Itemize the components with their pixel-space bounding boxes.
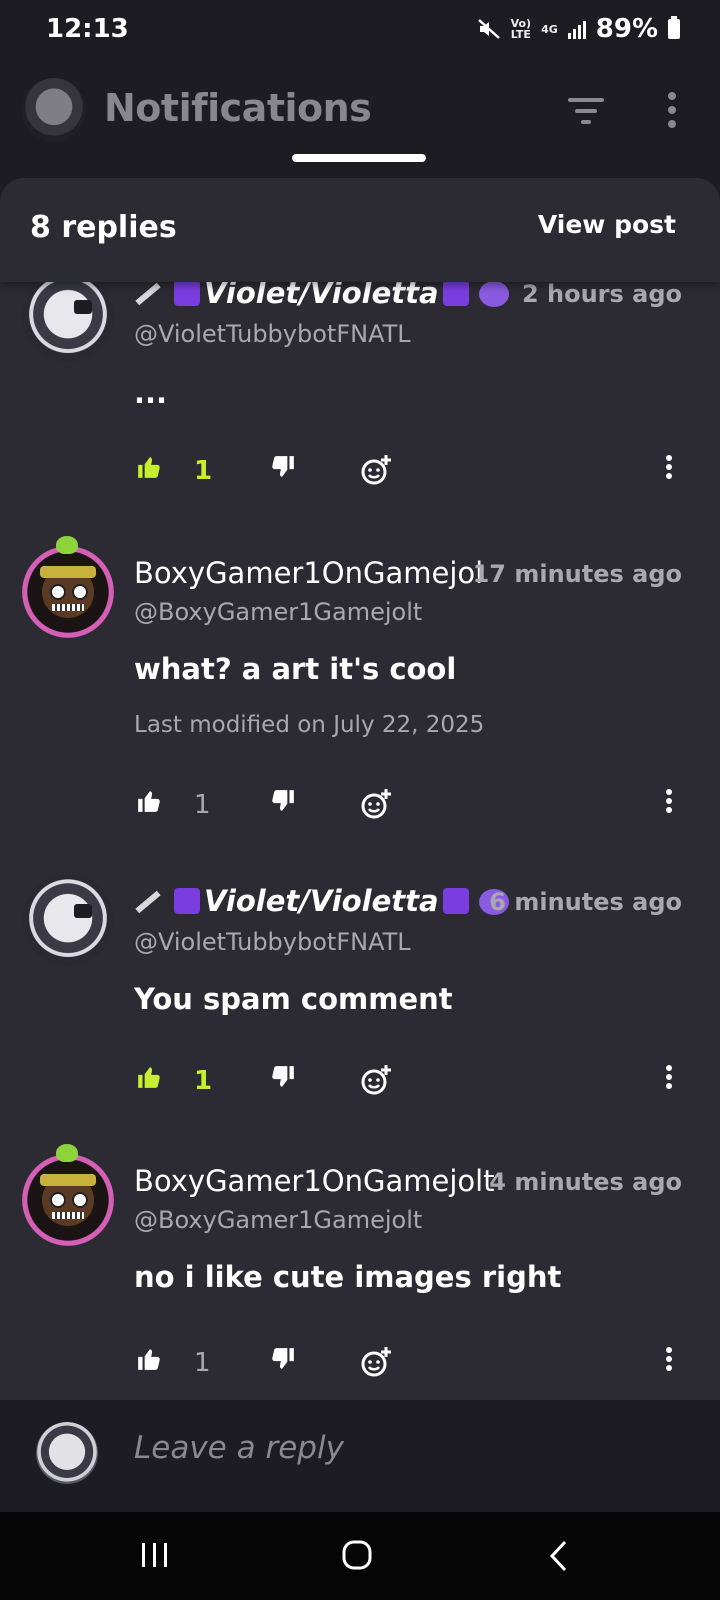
avatar[interactable]: [22, 874, 114, 966]
thumbs-up-icon[interactable]: [136, 788, 162, 814]
current-user-avatar: [36, 1422, 98, 1484]
recents-icon[interactable]: [140, 1540, 170, 1570]
avatar[interactable]: [22, 1144, 114, 1246]
comment-handle: @VioletTubbybotFNATL: [134, 320, 411, 348]
knife-emoji-icon: [135, 890, 161, 914]
filter-icon[interactable]: [566, 94, 606, 128]
view-post-button[interactable]: View post: [538, 210, 676, 239]
thumbs-down-icon[interactable]: [270, 454, 296, 480]
replies-sheet: 8 replies View post Violet/Violetta 2 ho…: [0, 178, 720, 1400]
avatar[interactable]: [22, 270, 114, 362]
comment-body: what? a art it's cool: [134, 652, 457, 686]
status-icons: Vo) LTE 4G 89%: [477, 14, 680, 44]
network-volte: Vo) LTE: [511, 18, 532, 40]
comment-timestamp: 4 minutes ago: [489, 1168, 682, 1196]
comment-handle: @VioletTubbybotFNATL: [134, 928, 411, 956]
avatar-eye: [50, 1192, 66, 1208]
comment-username-row[interactable]: Violet/Violetta: [134, 884, 509, 918]
comment-handle: @BoxyGamer1Gamejolt: [134, 1206, 423, 1234]
home-icon[interactable]: [342, 1540, 372, 1570]
comment-actions: 1: [0, 1064, 720, 1104]
more-vert-icon[interactable]: [662, 90, 682, 130]
app-header: Notifications: [0, 64, 720, 176]
comment-actions: 1: [0, 1346, 720, 1386]
like-count: 1: [194, 1348, 211, 1378]
battery-icon: [668, 16, 680, 39]
moon-emoji-icon: [174, 280, 200, 306]
avatar-teeth: [52, 604, 84, 611]
system-nav-bar: [0, 1512, 720, 1600]
page-title: Notifications: [104, 86, 372, 130]
comment-modified: Last modified on July 22, 2025: [134, 712, 485, 738]
like-count: 1: [194, 790, 211, 820]
avatar[interactable]: [22, 536, 114, 638]
comment-username[interactable]: BoxyGamer1OnGamejolt: [134, 556, 484, 590]
more-vert-icon[interactable]: [664, 1064, 674, 1090]
reply-composer: Leave a reply: [0, 1400, 720, 1512]
thumbs-down-icon[interactable]: [270, 1064, 296, 1090]
orb-emoji-icon: [478, 281, 509, 307]
add-reaction-icon[interactable]: [360, 788, 392, 820]
status-bar: 12:13 Vo) LTE 4G 89%: [0, 0, 720, 64]
knife-emoji-icon: [135, 282, 161, 306]
comment-body: You spam comment: [134, 982, 453, 1016]
like-count: 1: [194, 1066, 213, 1096]
thumbs-up-icon[interactable]: [136, 1064, 162, 1090]
add-reaction-icon[interactable]: [360, 1346, 392, 1378]
avatar-eye: [72, 1192, 88, 1208]
add-reaction-icon[interactable]: [360, 454, 392, 486]
comment-timestamp: 17 minutes ago: [472, 560, 682, 588]
avatar-eye: [50, 584, 66, 600]
add-reaction-icon[interactable]: [360, 1064, 392, 1096]
more-vert-icon[interactable]: [664, 788, 674, 814]
avatar-band: [40, 566, 96, 578]
comment-timestamp: 2 hours ago: [521, 280, 682, 308]
comment-body: ...: [134, 376, 168, 410]
frog-badge-icon: [56, 536, 78, 554]
comment-actions: 1: [0, 788, 720, 828]
thumbs-down-icon[interactable]: [270, 788, 296, 814]
thumbs-down-icon[interactable]: [270, 1346, 296, 1372]
avatar-teeth: [52, 1212, 84, 1219]
status-time: 12:13: [46, 14, 129, 44]
avatar-eye: [72, 584, 88, 600]
moon-emoji-icon: [174, 888, 200, 914]
thumbs-up-icon[interactable]: [136, 1346, 162, 1372]
thumbs-up-icon[interactable]: [136, 454, 162, 480]
moon-emoji-icon: [442, 888, 469, 914]
comment-actions: 1: [0, 454, 720, 494]
signal-icon: [567, 19, 586, 39]
comment-body: no i like cute images right: [134, 1260, 562, 1294]
network-gen: 4G: [541, 22, 558, 36]
back-icon[interactable]: [548, 1540, 568, 1572]
sheet-header: 8 replies View post: [0, 178, 720, 282]
like-count: 1: [194, 456, 213, 486]
sheet-drag-handle[interactable]: [292, 154, 426, 162]
comment-username[interactable]: BoxyGamer1OnGamejolt: [134, 1164, 504, 1198]
frog-badge-icon: [56, 1144, 78, 1162]
network-volte-bottom: LTE: [510, 28, 531, 41]
comment-handle: @BoxyGamer1Gamejolt: [134, 598, 423, 626]
comment-timestamp: 6 minutes ago: [489, 888, 682, 916]
moon-emoji-icon: [442, 280, 469, 306]
mute-icon: [477, 19, 500, 39]
avatar-band: [40, 1174, 96, 1186]
app-logo-avatar[interactable]: [22, 78, 86, 142]
more-vert-icon[interactable]: [664, 454, 674, 480]
replies-count: 8 replies: [30, 210, 177, 245]
more-vert-icon[interactable]: [664, 1346, 674, 1372]
reply-input[interactable]: Leave a reply: [134, 1430, 344, 1466]
battery-percent: 89%: [595, 14, 658, 44]
comment-username: Violet/Violetta: [204, 884, 439, 918]
